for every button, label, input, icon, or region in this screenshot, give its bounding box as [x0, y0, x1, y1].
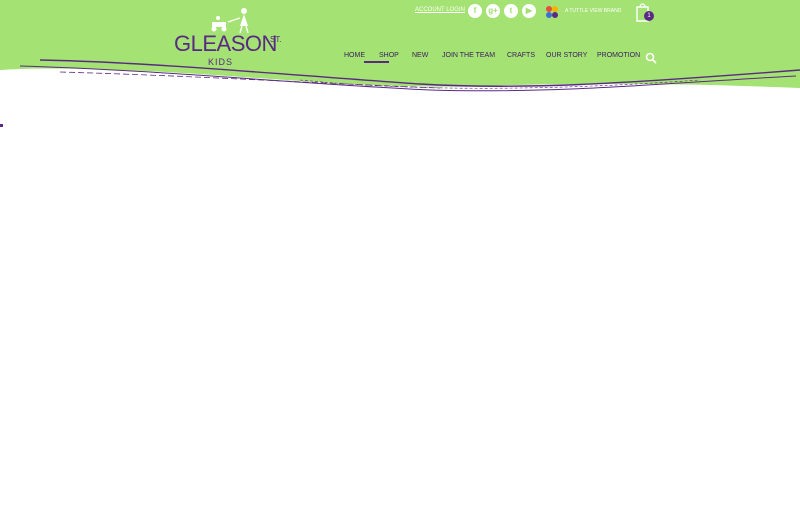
nav-join-the-team[interactable]: JOIN THE TEAM	[442, 52, 495, 59]
facebook-icon[interactable]: f	[468, 4, 482, 18]
nav-active-indicator	[364, 61, 389, 63]
youtube-icon[interactable]: ▶	[522, 4, 536, 18]
search-icon[interactable]	[645, 52, 657, 64]
logo[interactable]: GLEASON ST. KIDS	[172, 6, 284, 68]
logo-wordmark: GLEASON	[174, 31, 277, 56]
logo-figure-icon	[211, 8, 249, 34]
account-login-link[interactable]: ACCOUNT LOGIN	[415, 7, 465, 13]
nav-crafts[interactable]: CRAFTS	[507, 52, 535, 59]
brand-tagline: A TUTTLE VIEW BRAND	[565, 8, 622, 14]
nav-promotion[interactable]: PROMOTION	[597, 52, 640, 59]
site-header: GLEASON ST. KIDS ACCOUNT LOGIN f g+ t ▶ …	[0, 0, 800, 100]
twitter-icon[interactable]: t	[504, 4, 518, 18]
brand-flower-icon	[546, 6, 558, 18]
nav-our-story[interactable]: OUR STORY	[546, 52, 587, 59]
logo-subtext: KIDS	[208, 57, 234, 67]
nav-shop[interactable]: SHOP	[379, 52, 399, 59]
page-mark	[0, 124, 3, 127]
nav-new[interactable]: NEW	[412, 52, 428, 59]
header-background	[0, 0, 800, 92]
cart-count-badge: 1	[644, 11, 654, 21]
nav-home[interactable]: HOME	[344, 52, 365, 59]
logo-superscript: ST.	[270, 35, 282, 44]
google-plus-icon[interactable]: g+	[486, 4, 500, 18]
